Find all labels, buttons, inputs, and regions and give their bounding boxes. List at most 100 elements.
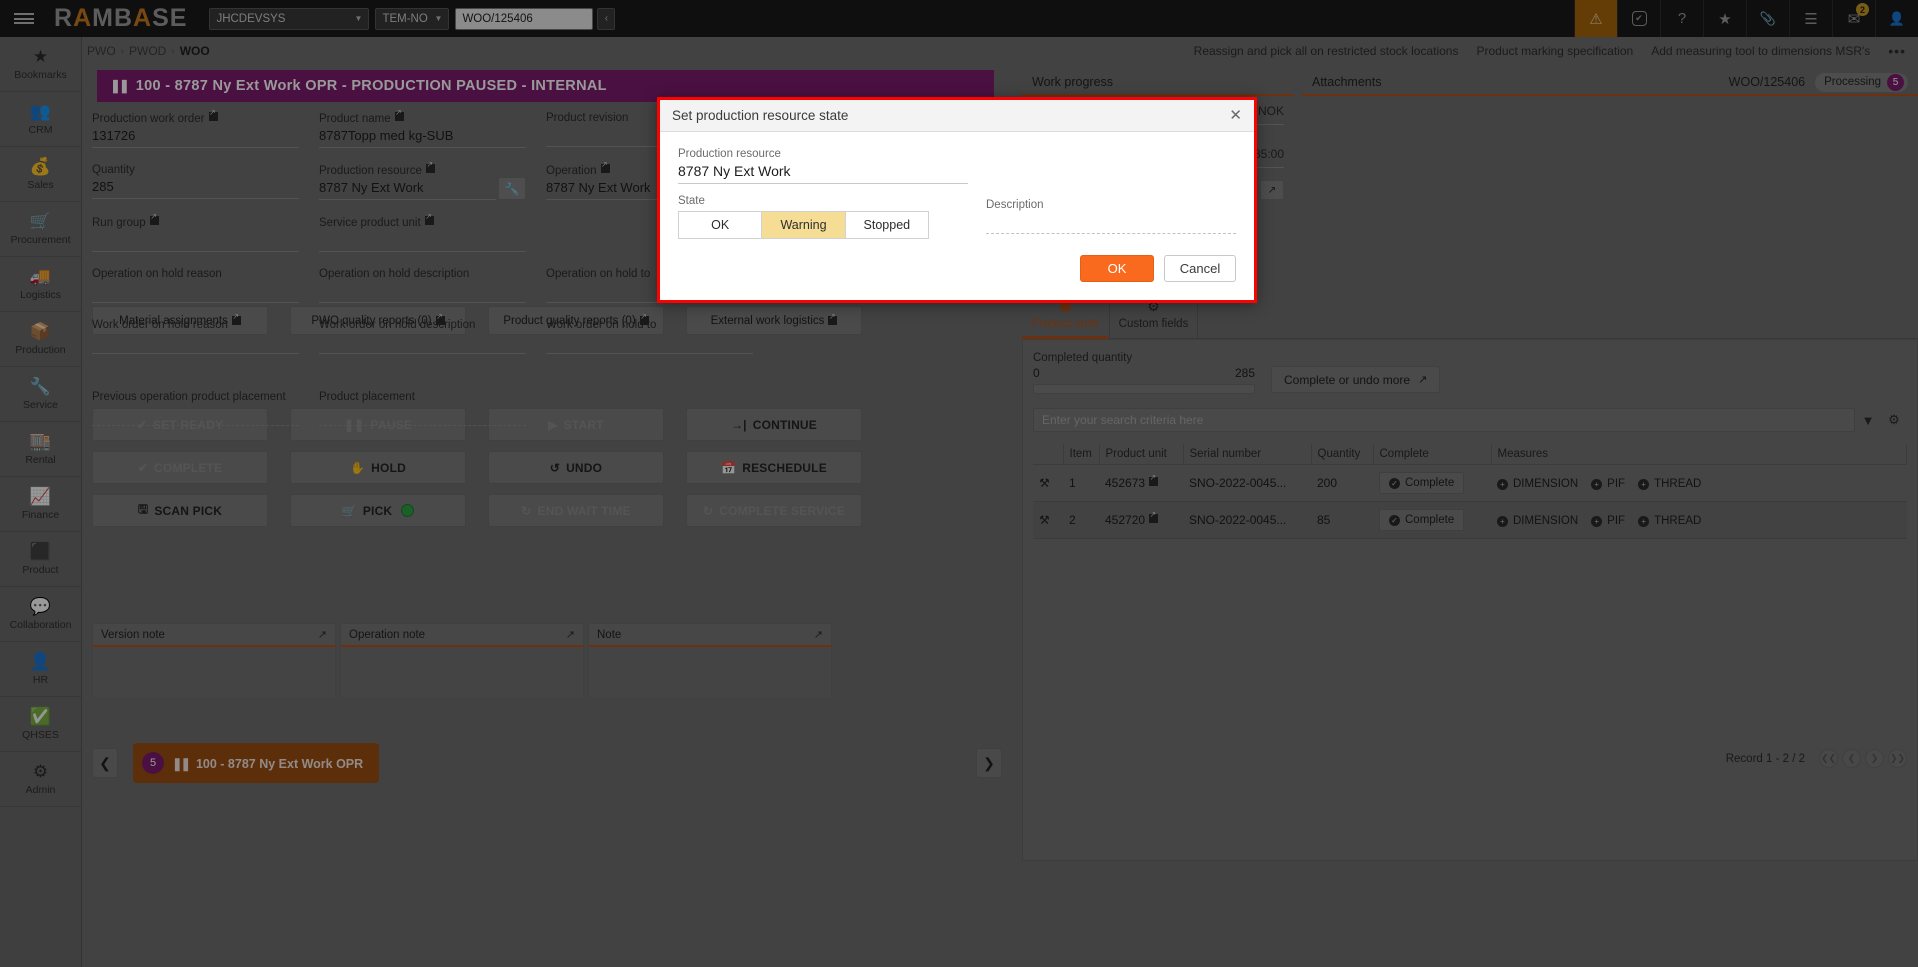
external-link-icon[interactable]: ↗ — [318, 628, 327, 641]
global-search-input[interactable]: WOO/125406 — [455, 8, 593, 30]
mail-icon[interactable]: ✉ 2 — [1832, 0, 1875, 37]
note-body[interactable] — [92, 647, 336, 699]
nav-prev-button[interactable]: ‹ — [597, 8, 615, 30]
field-value[interactable]: 8787Topp med kg-SUB — [319, 125, 526, 144]
cancel-button[interactable]: Cancel — [1164, 255, 1236, 282]
search-input[interactable]: Enter your search criteria here — [1033, 408, 1855, 432]
sidebar-item-collaboration[interactable]: 💬Collaboration — [0, 587, 81, 642]
tools-icon[interactable]: ⚒ — [1039, 513, 1050, 527]
action-button-hold[interactable]: ✋HOLD — [290, 451, 466, 484]
edit-icon[interactable] — [426, 164, 435, 173]
sidebar-item-procurement[interactable]: 🛒Procurement — [0, 202, 81, 257]
cell-product-unit[interactable]: 452673 — [1105, 476, 1145, 490]
language-selector[interactable]: TEM-NO ▼ — [375, 8, 449, 30]
toplink-add-measuring-tool[interactable]: Add measuring tool to dimensions MSR's — [1651, 44, 1870, 58]
shield-check-icon[interactable]: ✔ — [1617, 0, 1660, 37]
edit-icon[interactable] — [425, 216, 434, 225]
measure-dimension[interactable]: +DIMENSION — [1497, 478, 1578, 490]
operation-next-button[interactable]: ❯ — [976, 748, 1002, 778]
close-icon[interactable]: ✕ — [1229, 108, 1242, 123]
record-prev-button[interactable]: ❮ — [1842, 749, 1861, 768]
star-icon[interactable]: ★ — [1703, 0, 1746, 37]
company-selector[interactable]: JHCDEVSYS ▼ — [209, 8, 369, 30]
record-next-button[interactable]: ❯ — [1865, 749, 1884, 768]
field-value[interactable]: 131726 — [92, 125, 299, 144]
production-resource-value[interactable]: 8787 Ny Ext Work — [678, 160, 968, 183]
external-link-icon[interactable]: ↗ — [814, 628, 823, 641]
note-body[interactable] — [340, 647, 584, 699]
external-link-icon[interactable]: ↗ — [566, 628, 575, 641]
field-value[interactable] — [319, 229, 526, 248]
table-row[interactable]: ⚒1452673SNO-2022-0045...200✓Complete+DIM… — [1033, 465, 1907, 502]
breadcrumb-item-pwod[interactable]: PWOD — [124, 44, 171, 58]
ok-button[interactable]: OK — [1080, 255, 1154, 282]
complete-button[interactable]: ✓Complete — [1379, 472, 1464, 494]
toplink-product-marking[interactable]: Product marking specification — [1476, 44, 1633, 58]
sidebar-item-logistics[interactable]: 🚚Logistics — [0, 257, 81, 312]
edit-icon[interactable] — [209, 112, 218, 121]
sidebar-item-finance[interactable]: 📈Finance — [0, 477, 81, 532]
action-button-scan-pick[interactable]: 🖫SCAN PICK — [92, 494, 268, 527]
sidebar-item-service[interactable]: 🔧Service — [0, 367, 81, 422]
sidebar-item-admin[interactable]: ⚙Admin — [0, 752, 81, 807]
measure-pif[interactable]: +PIF — [1591, 515, 1625, 527]
edit-icon[interactable] — [1149, 514, 1158, 523]
sidebar-item-sales[interactable]: 💰Sales — [0, 147, 81, 202]
state-option-stopped[interactable]: Stopped — [846, 212, 928, 238]
sidebar-item-bookmarks[interactable]: ★Bookmarks — [0, 37, 81, 92]
action-button-undo[interactable]: ↺UNDO — [488, 451, 664, 484]
measure-thread[interactable]: +THREAD — [1638, 515, 1701, 527]
field-value[interactable] — [319, 280, 526, 299]
attachment-icon[interactable]: 📎 — [1746, 0, 1789, 37]
breadcrumb-item-pwo[interactable]: PWO — [82, 44, 121, 58]
field-value[interactable]: 8787 Ny Ext Work — [319, 177, 496, 196]
field-value[interactable] — [92, 403, 299, 422]
cell-product-unit[interactable]: 452720 — [1105, 513, 1145, 527]
edit-icon[interactable] — [1149, 477, 1158, 486]
sidebar-item-hr[interactable]: 👤HR — [0, 642, 81, 697]
toplink-reassign-pick[interactable]: Reassign and pick all on restricted stoc… — [1194, 44, 1459, 58]
edit-icon[interactable] — [601, 164, 610, 173]
sidebar-item-product[interactable]: ⬛Product — [0, 532, 81, 587]
field-value[interactable] — [92, 229, 299, 248]
record-last-button[interactable]: ❯❯ — [1888, 749, 1907, 768]
action-button-reschedule[interactable]: 📅RESCHEDULE — [686, 451, 862, 484]
measure-pif[interactable]: +PIF — [1591, 478, 1625, 490]
field-value[interactable] — [92, 331, 299, 350]
hamburger-menu-icon[interactable] — [0, 0, 48, 37]
sidebar-item-production[interactable]: 📦Production — [0, 312, 81, 367]
breadcrumb-item-woo[interactable]: WOO — [175, 44, 215, 58]
field-value[interactable] — [546, 331, 753, 350]
filter-icon[interactable]: ▼ — [1855, 413, 1881, 428]
state-option-ok[interactable]: OK — [679, 212, 762, 238]
field-value[interactable] — [92, 280, 299, 299]
production-resource-wrench-button[interactable]: 🔧 — [498, 177, 526, 200]
warning-icon[interactable]: ⚠ — [1574, 0, 1617, 37]
description-input[interactable] — [986, 233, 1236, 234]
operation-prev-button[interactable]: ❮ — [92, 748, 118, 778]
table-row[interactable]: ⚒2452720SNO-2022-0045...85✓Complete+DIME… — [1033, 502, 1907, 539]
record-first-button[interactable]: ❮❮ — [1819, 749, 1838, 768]
settings-gear-icon[interactable]: ⚙ — [1881, 412, 1907, 428]
state-option-warning[interactable]: Warning — [762, 212, 845, 238]
field-value[interactable]: 285 — [92, 176, 299, 195]
list-icon[interactable]: ☰ — [1789, 0, 1832, 37]
note-body[interactable] — [588, 647, 832, 699]
action-button-pick[interactable]: 🛒PICK — [290, 494, 466, 527]
edit-icon[interactable] — [395, 112, 404, 121]
tools-icon[interactable]: ⚒ — [1039, 476, 1050, 490]
sidebar-item-qhses[interactable]: ✅QHSES — [0, 697, 81, 752]
field-value[interactable] — [319, 331, 526, 350]
measure-thread[interactable]: +THREAD — [1638, 478, 1701, 490]
user-icon[interactable]: 👤 — [1875, 0, 1918, 37]
operation-tab[interactable]: 5 ❚❚100 - 8787 Ny Ext Work OPR — [133, 743, 379, 783]
complete-or-undo-more-button[interactable]: Complete or undo more ↗ — [1271, 366, 1440, 393]
measure-dimension[interactable]: +DIMENSION — [1497, 515, 1578, 527]
field-value[interactable] — [319, 403, 526, 422]
sidebar-item-crm[interactable]: 👥CRM — [0, 92, 81, 147]
complete-button[interactable]: ✓Complete — [1379, 509, 1464, 531]
edit-icon[interactable] — [150, 216, 159, 225]
more-options-icon[interactable]: ••• — [1888, 43, 1906, 59]
work-progress-expand-icon[interactable]: ↗ — [1260, 180, 1284, 200]
help-icon[interactable]: ? — [1660, 0, 1703, 37]
